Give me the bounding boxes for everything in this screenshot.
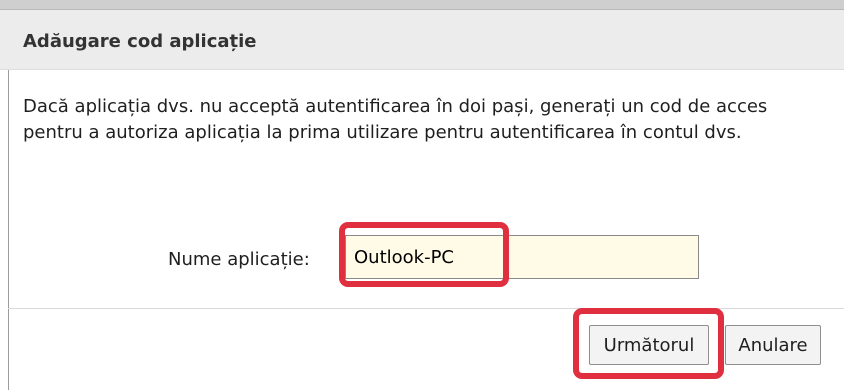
- dialog-title: Adăugare cod aplicație: [23, 31, 257, 52]
- app-name-input[interactable]: [345, 235, 699, 279]
- background-window-edge: [0, 0, 844, 10]
- dialog-title-bar: Adăugare cod aplicație: [0, 10, 844, 70]
- cancel-button[interactable]: Anulare: [725, 325, 821, 365]
- footer-separator: [8, 308, 844, 309]
- dialog-description: Dacă aplicația dvs. nu acceptă autentifi…: [23, 96, 768, 143]
- app-name-label: Nume aplicație:: [168, 249, 310, 270]
- screen: Adăugare cod aplicație Dacă aplicația dv…: [0, 0, 844, 390]
- next-button[interactable]: Următorul: [589, 325, 709, 365]
